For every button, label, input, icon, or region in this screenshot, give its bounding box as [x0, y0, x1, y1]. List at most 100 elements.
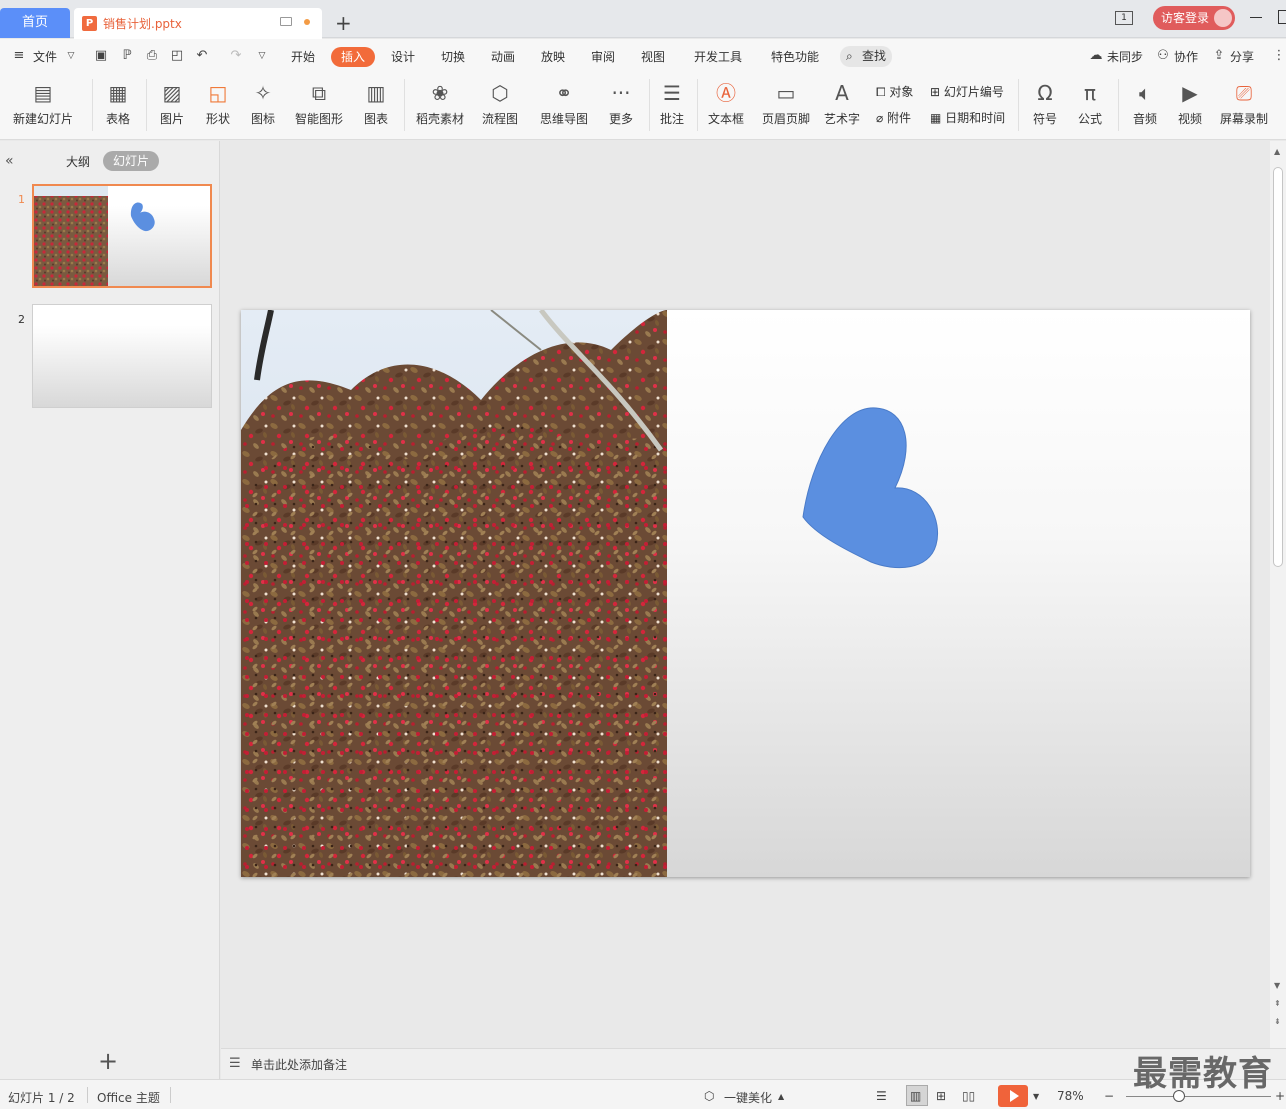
- prev-slide-icon[interactable]: ⇞: [1274, 999, 1281, 1008]
- print-icon[interactable]: ⎙: [145, 49, 159, 63]
- audio-button[interactable]: 🔈︎ 音频: [1126, 79, 1164, 133]
- more-button[interactable]: ··· 更多: [602, 79, 640, 133]
- datetime-button[interactable]: ▦ 日期和时间: [930, 109, 1005, 126]
- mindmap-button[interactable]: ⚭ 思维导图: [534, 79, 594, 133]
- table-button[interactable]: ▦ 表格: [98, 79, 138, 133]
- tab-outline[interactable]: 大纲: [66, 153, 90, 170]
- status-bar: 幻灯片 1 / 2 Office 主题 ⬡ 一键美化 ▲ ☰ ▥ ⊞ ▯▯ ▼ …: [0, 1079, 1286, 1109]
- object-button[interactable]: ⧠ 对象: [876, 83, 913, 100]
- zoom-out-icon[interactable]: −: [1104, 1089, 1114, 1103]
- more-menu-icon[interactable]: ⋮: [1272, 49, 1286, 63]
- slide-number-1: 1: [18, 193, 25, 206]
- smartart-button[interactable]: ⧉ 智能图形: [290, 79, 348, 133]
- menu-developer[interactable]: 开发工具: [694, 48, 742, 65]
- chevron-down-icon[interactable]: ▽: [64, 49, 78, 63]
- wordart-button[interactable]: A 艺术字: [818, 79, 866, 133]
- zoom-level[interactable]: 78%: [1057, 1089, 1084, 1103]
- menu-review[interactable]: 审阅: [591, 48, 615, 65]
- video-icon: ▶: [1182, 81, 1198, 105]
- menu-features[interactable]: 特色功能: [771, 48, 819, 65]
- add-slide-icon[interactable]: +: [98, 1047, 118, 1075]
- customize-icon[interactable]: ▽: [255, 49, 269, 63]
- menu-transition[interactable]: 切换: [441, 48, 465, 65]
- sync-status[interactable]: 未同步: [1107, 48, 1143, 65]
- restore-icon[interactable]: [1278, 10, 1286, 24]
- save-icon[interactable]: ▣: [94, 49, 108, 63]
- heart-shape[interactable]: [791, 400, 951, 575]
- screen-record-button[interactable]: ⎚ 屏幕录制: [1216, 79, 1272, 133]
- new-slide-icon: ▤: [33, 81, 53, 105]
- export-icon[interactable]: ℙ: [120, 49, 134, 63]
- new-slide-button[interactable]: ▤ 新建幻灯片: [6, 79, 80, 133]
- vertical-scrollbar[interactable]: ▲ ▼ ⇞ ⇟: [1270, 141, 1286, 1048]
- more-dots-icon: ···: [611, 81, 631, 105]
- scroll-down-icon[interactable]: ▼: [1274, 981, 1280, 990]
- menu-view[interactable]: 视图: [641, 48, 665, 65]
- sorter-view-icon[interactable]: ⊞: [936, 1089, 946, 1103]
- chevron-up-icon[interactable]: ▲: [778, 1092, 784, 1101]
- share-button[interactable]: 分享: [1230, 48, 1254, 65]
- tab-bar: 首页 P 销售计划.pptx + 1 访客登录: [0, 0, 1286, 39]
- video-button[interactable]: ▶ 视频: [1170, 79, 1210, 133]
- menu-start[interactable]: 开始: [291, 48, 315, 65]
- play-slideshow-button[interactable]: [998, 1085, 1028, 1107]
- icon-library-button[interactable]: ✧ 图标: [244, 79, 282, 133]
- monitor-icon[interactable]: [280, 17, 292, 26]
- play-options-icon[interactable]: ▼: [1033, 1092, 1039, 1101]
- slide-thumbnail-2[interactable]: [32, 304, 212, 408]
- symbol-button[interactable]: Ω 符号: [1026, 79, 1064, 133]
- scroll-thumb[interactable]: [1273, 167, 1283, 567]
- search-button[interactable]: ⌕ 查找: [840, 46, 892, 67]
- collab-button[interactable]: 协作: [1174, 48, 1198, 65]
- docer-button[interactable]: ❀ 稻壳素材: [412, 79, 468, 133]
- shape-button[interactable]: ◱ 形状: [198, 79, 238, 133]
- attachment-button[interactable]: ⌀ 附件: [876, 109, 911, 126]
- login-button[interactable]: 访客登录: [1153, 6, 1235, 30]
- zoom-slider[interactable]: [1126, 1096, 1271, 1097]
- notes-pane[interactable]: ☰ 单击此处添加备注: [221, 1048, 1286, 1079]
- normal-view-icon: ▥: [910, 1089, 922, 1103]
- print-preview-icon[interactable]: ◰: [170, 49, 184, 63]
- menu-design[interactable]: 设计: [391, 48, 415, 65]
- slide-thumbnail-1[interactable]: [32, 184, 212, 288]
- tab-slides[interactable]: 幻灯片: [103, 151, 159, 171]
- hamburger-icon[interactable]: ≡: [12, 49, 26, 63]
- menu-file[interactable]: 文件: [33, 48, 57, 65]
- ribbon-divider: [404, 79, 405, 131]
- tree-photo[interactable]: [241, 310, 667, 877]
- notes-toggle-icon[interactable]: ☰: [876, 1089, 887, 1103]
- page-indicator-icon[interactable]: 1: [1115, 11, 1133, 25]
- slide-1[interactable]: [241, 310, 1250, 877]
- comment-button[interactable]: ☰ 批注: [655, 79, 689, 133]
- new-tab-button[interactable]: +: [335, 10, 352, 36]
- menu-animation[interactable]: 动画: [491, 48, 515, 65]
- formula-button[interactable]: π 公式: [1070, 79, 1110, 133]
- flowchart-button[interactable]: ⬡ 流程图: [476, 79, 524, 133]
- thumb-background: [33, 305, 211, 407]
- search-label: 查找: [862, 49, 887, 63]
- slide-number-button[interactable]: ⊞ 幻灯片编号: [930, 83, 1004, 100]
- reading-view-icon[interactable]: ▯▯: [962, 1089, 975, 1103]
- beautify-button[interactable]: 一键美化: [724, 1089, 772, 1106]
- menu-slideshow[interactable]: 放映: [541, 48, 565, 65]
- menu-insert[interactable]: 插入: [331, 47, 375, 67]
- tab-document[interactable]: P 销售计划.pptx: [74, 8, 322, 39]
- tab-home[interactable]: 首页: [0, 8, 70, 38]
- undo-icon[interactable]: ↶: [195, 49, 209, 63]
- zoom-in-icon[interactable]: +: [1275, 1089, 1285, 1103]
- textbox-button[interactable]: Ⓐ 文本框: [702, 79, 750, 133]
- header-footer-button[interactable]: ▭ 页眉页脚: [760, 79, 812, 133]
- ribbon-divider: [697, 79, 698, 131]
- collapse-panel-icon[interactable]: «: [5, 153, 14, 169]
- picture-button[interactable]: ▨ 图片: [154, 79, 190, 133]
- cloud-icon: ☁: [1089, 48, 1103, 63]
- scroll-up-icon[interactable]: ▲: [1274, 147, 1280, 156]
- icon-library-icon: ✧: [254, 81, 272, 105]
- next-slide-icon[interactable]: ⇟: [1274, 1017, 1281, 1026]
- chart-button[interactable]: ▥ 图表: [358, 79, 394, 133]
- calendar-icon: ▦: [930, 111, 946, 125]
- collab-icon: ⚇: [1157, 48, 1169, 63]
- redo-icon[interactable]: ↷: [229, 49, 243, 63]
- minimize-icon[interactable]: [1250, 17, 1262, 18]
- theme-name[interactable]: Office 主题: [97, 1089, 160, 1106]
